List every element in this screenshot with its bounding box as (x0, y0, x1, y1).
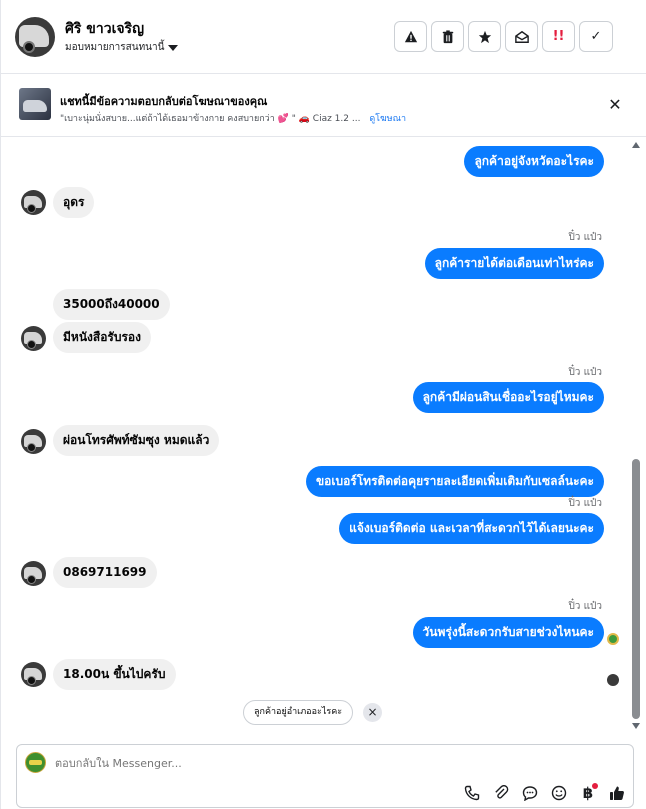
star-button[interactable] (468, 21, 501, 52)
envelope-open-icon (514, 30, 529, 43)
like-button[interactable] (607, 783, 627, 803)
warning-icon (404, 30, 417, 42)
contact-name[interactable]: ศิริ ขาวเจริญ (65, 18, 144, 40)
incoming-message[interactable]: 0869711699 (53, 557, 157, 588)
mark-important-button[interactable]: !! (542, 21, 575, 52)
outgoing-message[interactable]: วันพรุ่งนี้สะดวกรับสายช่วงไหนคะ (412, 617, 604, 648)
payment-button[interactable]: ฿ (578, 783, 598, 803)
conversation-actions: !! ✓ (394, 21, 613, 52)
outgoing-message[interactable]: ลูกค้าอยู่จังหวัดอะไรคะ (464, 146, 604, 177)
call-button[interactable] (462, 783, 482, 803)
trash-icon (442, 29, 453, 43)
message-composer: ฿ (16, 744, 634, 808)
scrollbar-thumb[interactable] (632, 459, 640, 719)
outgoing-message[interactable]: ลูกค้ารายได้ต่อเดือนเท่าไหร่คะ (424, 248, 604, 279)
view-ad-link[interactable]: ดูโฆษณา (369, 114, 406, 124)
scroll-up-arrow-icon[interactable] (632, 142, 640, 148)
incoming-message[interactable]: มีหนังสือรับรอง (53, 322, 151, 353)
ad-banner-title: แชทนี้มีข้อความตอบกลับต่อโฆษณาของคุณ (60, 95, 268, 108)
attach-icon (495, 785, 509, 799)
emoji-button[interactable] (549, 783, 569, 803)
important-icon: !! (552, 29, 565, 44)
avatar-wheel-image (23, 41, 35, 53)
assign-conversation-dropdown[interactable]: มอบหมายการสนทนานี้ (65, 40, 179, 55)
contact-avatar-small[interactable] (21, 190, 46, 215)
incoming-message[interactable]: อุดร (53, 187, 95, 218)
contact-avatar-small[interactable] (21, 561, 46, 586)
composer-tools: ฿ (462, 783, 627, 803)
incoming-message[interactable]: 35000ถึง40000 (53, 289, 170, 320)
mark-unread-button[interactable] (505, 21, 538, 52)
suggested-reply-chip[interactable]: ลูกค้าอยู่อำเภออะไรคะ (243, 700, 354, 725)
call-icon (464, 785, 480, 801)
saved-reply-icon (522, 786, 538, 801)
conversation-header: ศิริ ขาวเจริญ มอบหมายการสนทนานี้ !! ✓ (1, 0, 646, 74)
incoming-message[interactable]: 18.00น ขึ้นไปครับ (53, 659, 176, 690)
emoji-icon (551, 785, 567, 801)
contact-avatar-small[interactable] (21, 326, 46, 351)
ad-snippet: "เบาะนุ่มนั่งสบาย...แต่ถ้าได้เธอมาข้างกา… (60, 114, 361, 124)
scroll-down-arrow-icon[interactable] (632, 723, 640, 729)
mark-spam-button[interactable] (394, 21, 427, 52)
contact-read-receipt (607, 674, 619, 686)
outgoing-message[interactable]: ลูกค้ามีผ่อนสินเชื่ออะไรอยู่ไหมคะ (412, 382, 604, 413)
close-banner-icon[interactable]: ✕ (606, 96, 624, 114)
outgoing-message[interactable]: ขอเบอร์โทรติดต่อคุยรายละเอียดเพิ่มเติมกั… (305, 466, 604, 497)
mark-done-button[interactable]: ✓ (579, 21, 613, 52)
ad-thumbnail[interactable] (19, 88, 51, 120)
delete-button[interactable] (431, 21, 464, 52)
contact-avatar-small[interactable] (21, 662, 46, 687)
page-seen-indicator (607, 633, 619, 645)
page-logo-avatar (25, 752, 46, 773)
reply-input[interactable] (55, 757, 455, 770)
contact-avatar-small[interactable] (21, 429, 46, 454)
ad-banner-subtitle: "เบาะนุ่มนั่งสบาย...แต่ถ้าได้เธอมาข้างกา… (60, 111, 406, 125)
sender-name: ปิ๋ว แป๋ว (568, 498, 602, 509)
saved-replies-button[interactable] (520, 783, 540, 803)
incoming-message[interactable]: ผ่อนโทรศัพท์ซัมซุง หมดแล้ว (53, 425, 220, 456)
sender-name: ปิ๋ว แป๋ว (568, 601, 602, 612)
star-icon (478, 30, 491, 43)
dismiss-suggestion-button[interactable]: × (363, 703, 382, 722)
ad-reply-banner: แชทนี้มีข้อความตอบกลับต่อโฆษณาของคุณ "เบ… (1, 75, 646, 137)
sender-name: ปิ๋ว แป๋ว (568, 232, 602, 243)
sender-name: ปิ๋ว แป๋ว (568, 367, 602, 378)
caret-down-icon (168, 44, 179, 51)
outgoing-message[interactable]: แจ้งเบอร์ติดต่อ และเวลาที่สะดวกไว้ได้เลย… (339, 513, 604, 544)
like-icon (610, 786, 624, 800)
contact-avatar[interactable] (15, 17, 55, 57)
assign-label: มอบหมายการสนทนานี้ (65, 42, 165, 53)
messenger-inbox-conversation: ศิริ ขาวเจริญ มอบหมายการสนทนานี้ !! ✓ แช… (0, 0, 646, 809)
attach-button[interactable] (491, 783, 511, 803)
notification-dot (592, 783, 598, 789)
check-icon: ✓ (590, 29, 602, 44)
